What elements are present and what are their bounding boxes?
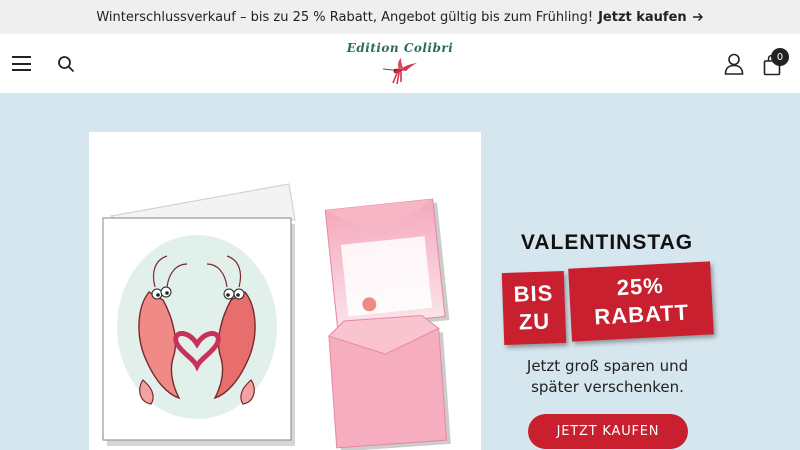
menu-icon[interactable] xyxy=(12,56,31,71)
promo-text: Jetzt groß sparen und später verschenken… xyxy=(526,357,689,396)
site-header: Edition Colibri 0 xyxy=(0,34,800,94)
user-icon[interactable] xyxy=(724,53,744,75)
shop-now-button[interactable]: JETZT KAUFEN xyxy=(528,414,688,449)
promo-title: VALENTINSTAG xyxy=(520,231,694,254)
hero-product-image[interactable] xyxy=(89,132,481,450)
announcement-link[interactable]: Jetzt kaufen xyxy=(598,10,687,25)
promo-tag-right: 25% RABATT xyxy=(568,261,714,342)
announcement-text: Winterschlussverkauf – bis zu 25 % Rabat… xyxy=(96,9,594,25)
promo-tag-left: BIS ZU xyxy=(501,270,567,346)
hummingbird-logo xyxy=(382,58,417,85)
valentine-card-illustration xyxy=(102,183,451,450)
logo-text: Edition Colibri xyxy=(346,41,454,55)
announcement-bar: Winterschlussverkauf – bis zu 25 % Rabat… xyxy=(0,0,800,34)
tag-left-line-1: BIS xyxy=(513,280,554,307)
site-logo[interactable]: Edition Colibri xyxy=(340,39,460,89)
tag-left-line-2: ZU xyxy=(518,308,551,335)
cart-count-badge[interactable]: 0 xyxy=(771,48,789,66)
arrow-right-icon[interactable] xyxy=(692,11,704,23)
tag-right-line-2: RABATT xyxy=(593,299,690,330)
search-icon[interactable] xyxy=(57,55,75,73)
